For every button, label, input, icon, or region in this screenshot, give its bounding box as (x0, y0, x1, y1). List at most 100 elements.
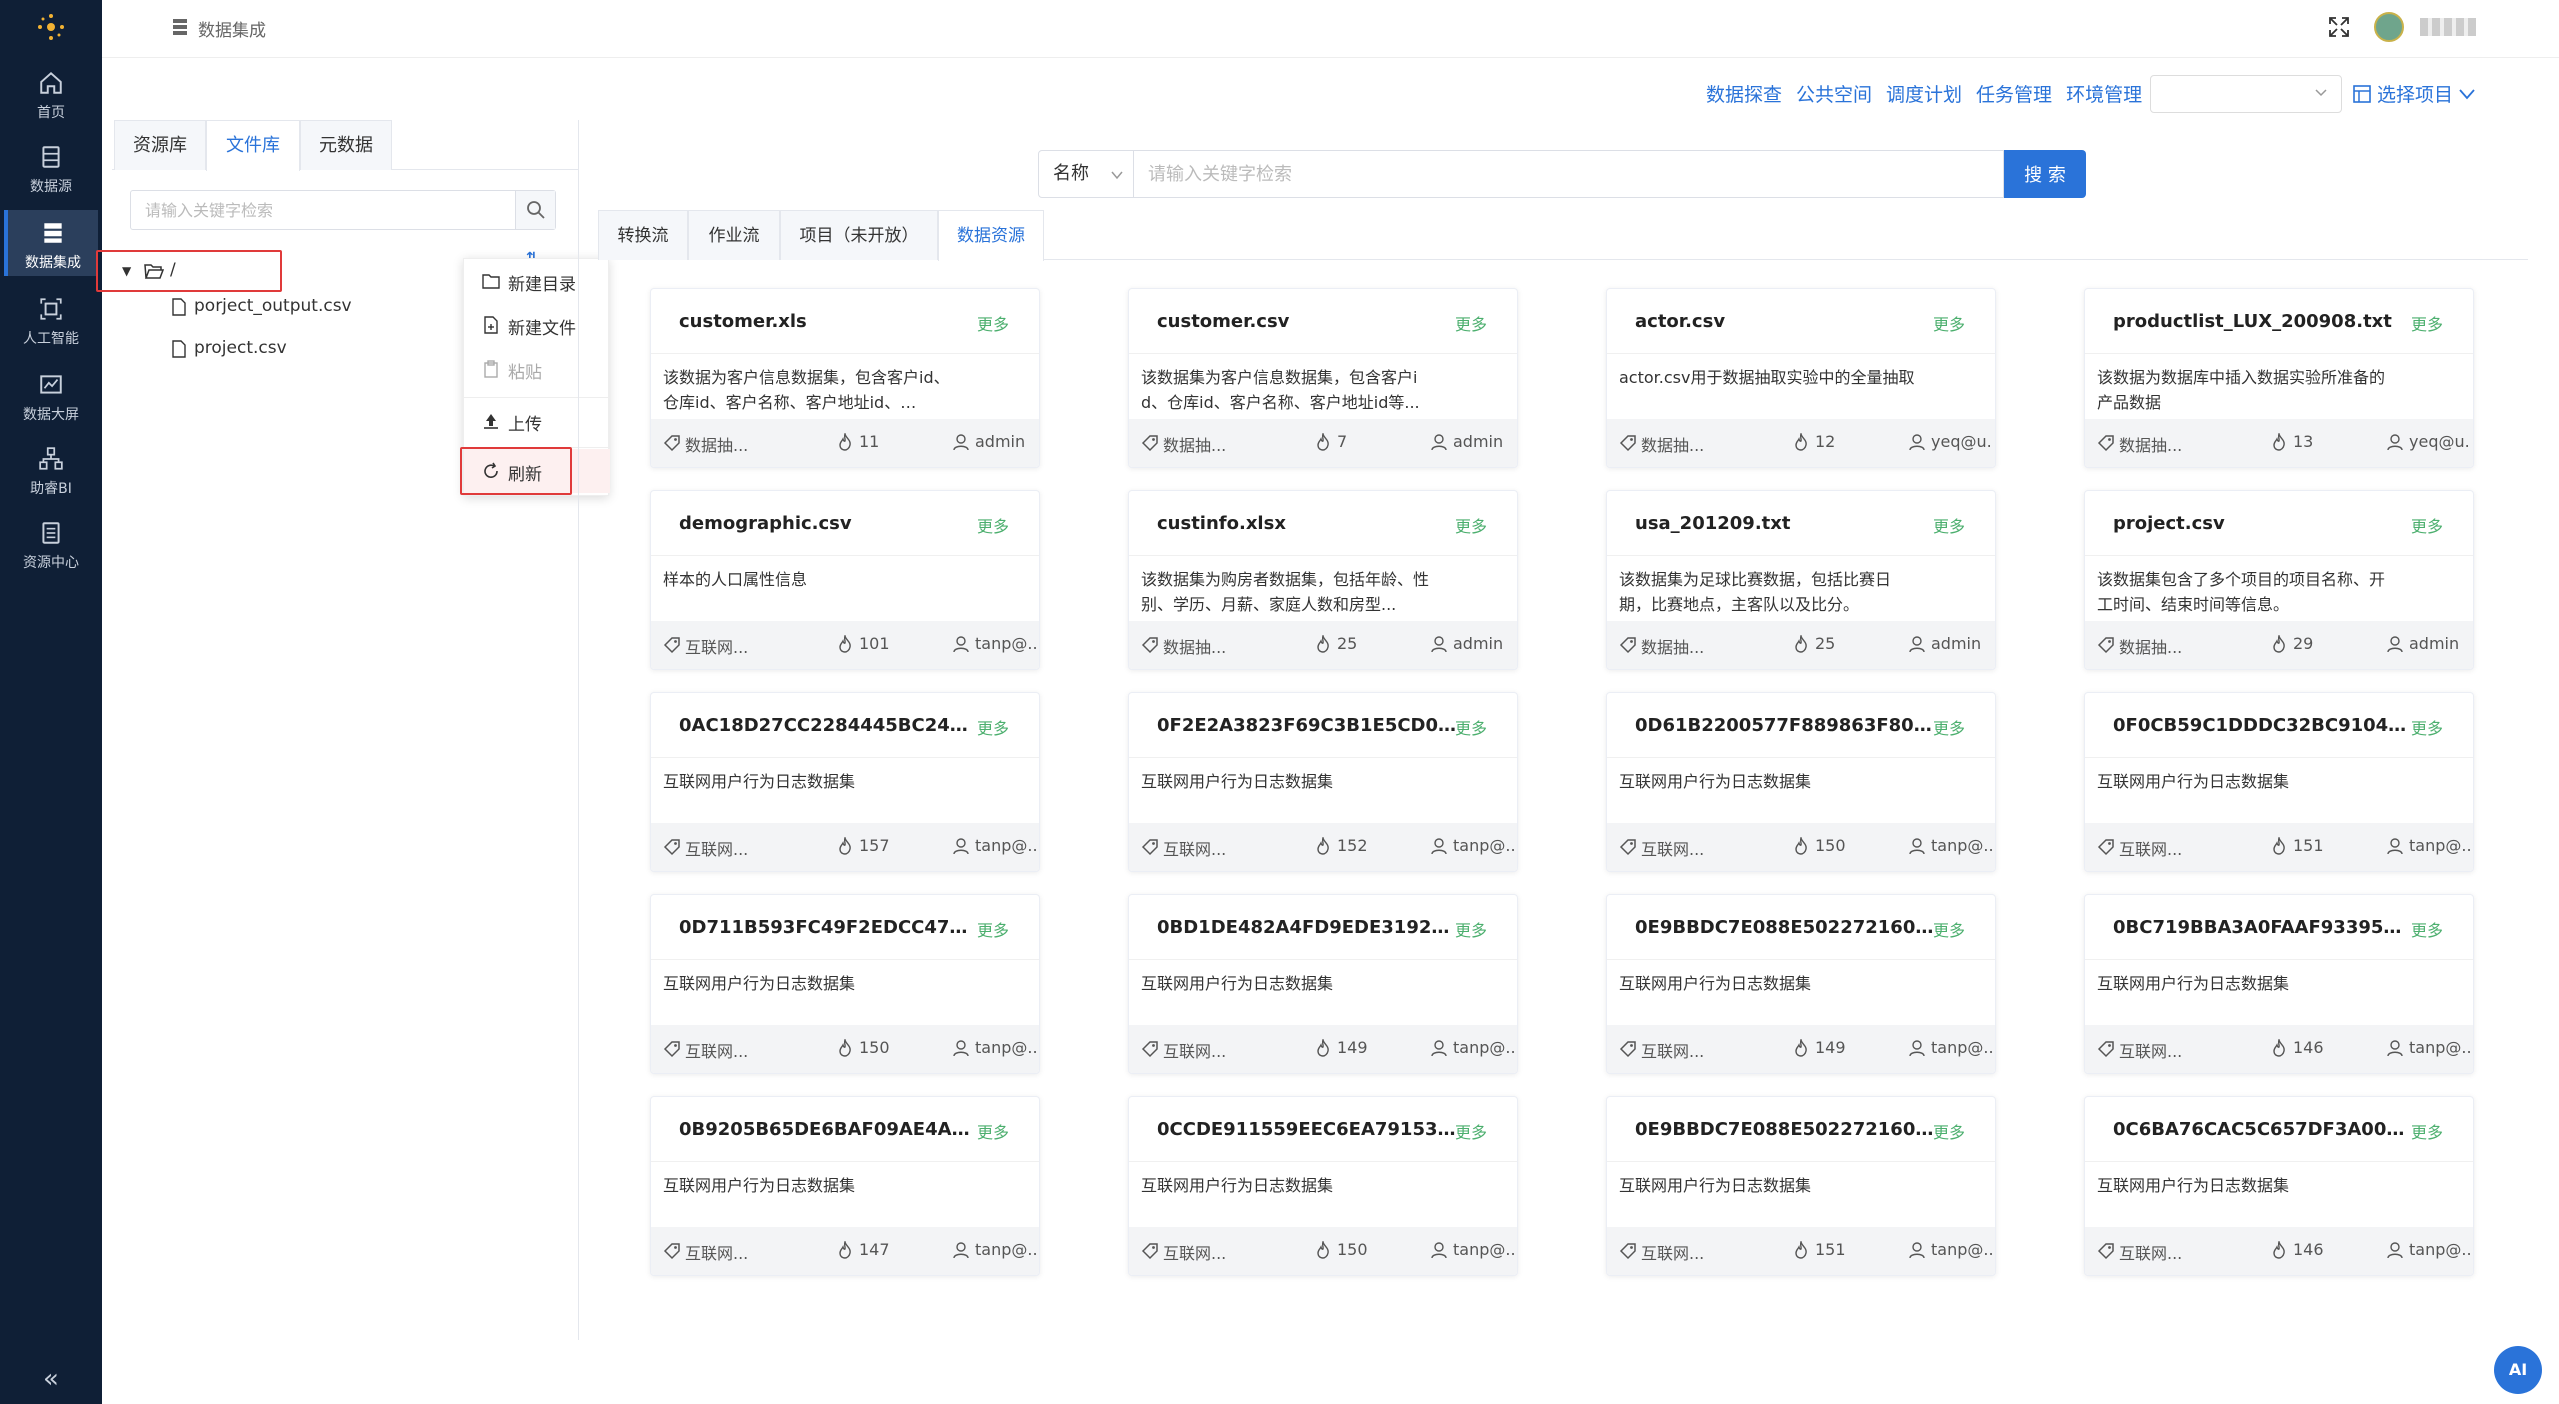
resource-card[interactable]: actor.csv 更多 actor.csv用于数据抽取实验中的全量抽取 数据抽...… (1606, 288, 1996, 468)
resource-card[interactable]: 0AC18D27CC2284445BC249E8A83...更多互联网用户行为日… (650, 692, 1040, 872)
sidebar-item-resource[interactable]: 资源中心 (4, 510, 98, 576)
search-field-select[interactable]: 名称 (1038, 150, 1134, 198)
card-more-link[interactable]: 更多 (1455, 311, 1487, 335)
card-title[interactable]: 0AC18D27CC2284445BC249E8A83... (679, 715, 979, 736)
tab-metadata[interactable]: 元数据 (300, 120, 392, 170)
search-button[interactable]: 搜 索 (2004, 150, 2086, 198)
card-title[interactable]: 0D61B2200577F889863F80DE4824... (1635, 715, 1935, 736)
resource-card[interactable]: 0E9BBDC7E088E5022721609E6705...更多互联网用户行为… (1606, 894, 1996, 1074)
resource-search-input[interactable] (1134, 151, 2003, 197)
tab-job-flow[interactable]: 作业流 (688, 210, 780, 260)
card-title[interactable]: demographic.csv (679, 513, 979, 534)
tab-file-lib[interactable]: 文件库 (206, 120, 300, 171)
file-search-input[interactable] (131, 191, 515, 229)
card-title[interactable]: custinfo.xlsx (1157, 513, 1457, 534)
card-more-link[interactable]: 更多 (1455, 1119, 1487, 1143)
nav-public-space[interactable]: 公共空间 (1796, 80, 1872, 110)
resource-card[interactable]: productlist_LUX_200908.txt 更多 该数据为数据库中插入数据… (2084, 288, 2474, 468)
resource-card[interactable]: 0BC719BBA3A0FAAF93395383E2B...更多互联网用户行为日… (2084, 894, 2474, 1074)
card-title[interactable]: project.csv (2113, 513, 2413, 534)
resource-card[interactable]: 0CCDE911559EEC6EA79153D9F628...更多互联网用户行为… (1128, 1096, 1518, 1276)
card-more-link[interactable]: 更多 (2411, 311, 2443, 335)
resource-card[interactable]: customer.xls 更多 该数据为客户信息数据集，包含客户id、仓库id、客户… (650, 288, 1040, 468)
card-title[interactable]: 0C6BA76CAC5C657DF3A00CF623... (2113, 1119, 2413, 1140)
resource-card[interactable]: 0B9205B65DE6BAF09AE4AA49F37...更多互联网用户行为日… (650, 1096, 1040, 1276)
caret-down-icon[interactable]: ▼ (122, 264, 131, 278)
card-title[interactable]: 0D711B593FC49F2EDCC47FFA5BF2... (679, 917, 979, 938)
card-more-link[interactable]: 更多 (1933, 715, 1965, 739)
card-title[interactable]: 0BD1DE482A4FD9EDE3192701ED4... (1157, 917, 1457, 938)
tree-root-node[interactable]: ▼ / (96, 250, 282, 292)
card-more-link[interactable]: 更多 (977, 513, 1009, 537)
tab-resource-lib[interactable]: 资源库 (114, 120, 206, 170)
card-more-link[interactable]: 更多 (1455, 715, 1487, 739)
tab-projects[interactable]: 项目（未开放） (780, 210, 938, 260)
fullscreen-icon[interactable] (2328, 16, 2350, 38)
menu-new-folder[interactable]: 新建目录 (464, 259, 610, 303)
card-more-link[interactable]: 更多 (1933, 1119, 1965, 1143)
card-more-link[interactable]: 更多 (977, 1119, 1009, 1143)
resource-card[interactable]: 0F0CB59C1DDDC32BC9104448EAB...更多互联网用户行为日… (2084, 692, 2474, 872)
card-title[interactable]: productlist_LUX_200908.txt (2113, 311, 2413, 332)
ai-assistant-button[interactable]: AI (2494, 1346, 2542, 1394)
card-title[interactable]: 0CCDE911559EEC6EA79153D9F628... (1157, 1119, 1457, 1140)
tab-data-resource[interactable]: 数据资源 (938, 210, 1044, 261)
card-more-link[interactable]: 更多 (2411, 513, 2443, 537)
resource-card[interactable]: 0E9BBDC7E088E5022721609E6705...更多互联网用户行为… (1606, 1096, 1996, 1276)
card-more-link[interactable]: 更多 (1933, 311, 1965, 335)
project-select[interactable] (2150, 75, 2342, 113)
avatar[interactable] (2374, 12, 2404, 42)
card-title[interactable]: actor.csv (1635, 311, 1935, 332)
nav-data-explore[interactable]: 数据探查 (1706, 80, 1782, 110)
nav-schedule[interactable]: 调度计划 (1886, 80, 1962, 110)
menu-upload[interactable]: 上传 (464, 399, 610, 443)
resource-card[interactable]: usa_201209.txt 更多 该数据集为足球比赛数据，包括比赛日期，比赛地点，… (1606, 490, 1996, 670)
sidebar-item-datasource[interactable]: 数据源 (4, 134, 98, 200)
sidebar-item-bi[interactable]: 助睿BI (4, 436, 98, 502)
card-title[interactable]: 0F2E2A3823F69C3B1E5CD0365F66... (1157, 715, 1457, 736)
sidebar-item-integration[interactable]: 数据集成 (4, 210, 98, 276)
collapse-sidebar-button[interactable]: « (0, 1354, 102, 1404)
fire-icon (1795, 635, 1807, 653)
card-title[interactable]: 0F0CB59C1DDDC32BC9104448EAB... (2113, 715, 2413, 736)
menu-paste[interactable]: 粘贴 (464, 347, 610, 391)
card-more-link[interactable]: 更多 (977, 715, 1009, 739)
user-name[interactable] (2420, 18, 2476, 36)
resource-card[interactable]: customer.csv 更多 该数据集为客户信息数据集，包含客户id、仓库id、客… (1128, 288, 1518, 468)
card-more-link[interactable]: 更多 (1455, 513, 1487, 537)
resource-card[interactable]: demographic.csv 更多 样本的人口属性信息 互联网... 101 tanp@… (650, 490, 1040, 670)
card-more-link[interactable]: 更多 (2411, 715, 2443, 739)
card-title[interactable]: usa_201209.txt (1635, 513, 1935, 534)
nav-env-manage[interactable]: 环境管理 (2066, 80, 2142, 110)
card-title[interactable]: 0E9BBDC7E088E5022721609E6705... (1635, 1119, 1935, 1140)
resource-card[interactable]: 0F2E2A3823F69C3B1E5CD0365F66...更多互联网用户行为… (1128, 692, 1518, 872)
tab-transform-flow[interactable]: 转换流 (598, 210, 688, 260)
card-title[interactable]: 0B9205B65DE6BAF09AE4AA49F37... (679, 1119, 979, 1140)
card-more-link[interactable]: 更多 (2411, 1119, 2443, 1143)
card-title[interactable]: 0E9BBDC7E088E5022721609E6705... (1635, 917, 1935, 938)
sidebar-item-home[interactable]: 首页 (4, 60, 98, 126)
card-more-link[interactable]: 更多 (1933, 917, 1965, 941)
menu-new-file[interactable]: 新建文件 (464, 303, 610, 347)
resource-card[interactable]: 0D61B2200577F889863F80DE4824...更多互联网用户行为… (1606, 692, 1996, 872)
card-title[interactable]: 0BC719BBA3A0FAAF93395383E2B... (2113, 917, 2413, 938)
card-description: 该数据集包含了多个项目的项目名称、开工时间、结束时间等信息。 (2097, 570, 2386, 614)
resource-card[interactable]: 0BD1DE482A4FD9EDE3192701ED4...更多互联网用户行为日… (1128, 894, 1518, 1074)
file-search-button[interactable] (515, 191, 555, 229)
card-more-link[interactable]: 更多 (977, 917, 1009, 941)
card-title[interactable]: customer.xls (679, 311, 979, 332)
resource-card[interactable]: 0D711B593FC49F2EDCC47FFA5BF2...更多互联网用户行为… (650, 894, 1040, 1074)
card-more-link[interactable]: 更多 (977, 311, 1009, 335)
card-owner: admin (1453, 634, 1504, 653)
card-more-link[interactable]: 更多 (1933, 513, 1965, 537)
resource-card[interactable]: project.csv 更多该数据集包含了多个项目的项目名称、开工时间、结束时间等… (2084, 490, 2474, 670)
resource-card[interactable]: 0C6BA76CAC5C657DF3A00CF623...更多互联网用户行为日志… (2084, 1096, 2474, 1276)
choose-project-button[interactable]: 选择项目 (2353, 80, 2475, 107)
card-more-link[interactable]: 更多 (1455, 917, 1487, 941)
card-more-link[interactable]: 更多 (2411, 917, 2443, 941)
resource-card[interactable]: custinfo.xlsx 更多 该数据集为购房者数据集，包括年龄、性别、学历、月薪… (1128, 490, 1518, 670)
sidebar-item-dashboard[interactable]: 数据大屏 (4, 362, 98, 428)
sidebar-item-ai[interactable]: 人工智能 (4, 286, 98, 352)
card-title[interactable]: customer.csv (1157, 311, 1457, 332)
nav-task-manage[interactable]: 任务管理 (1976, 80, 2052, 110)
